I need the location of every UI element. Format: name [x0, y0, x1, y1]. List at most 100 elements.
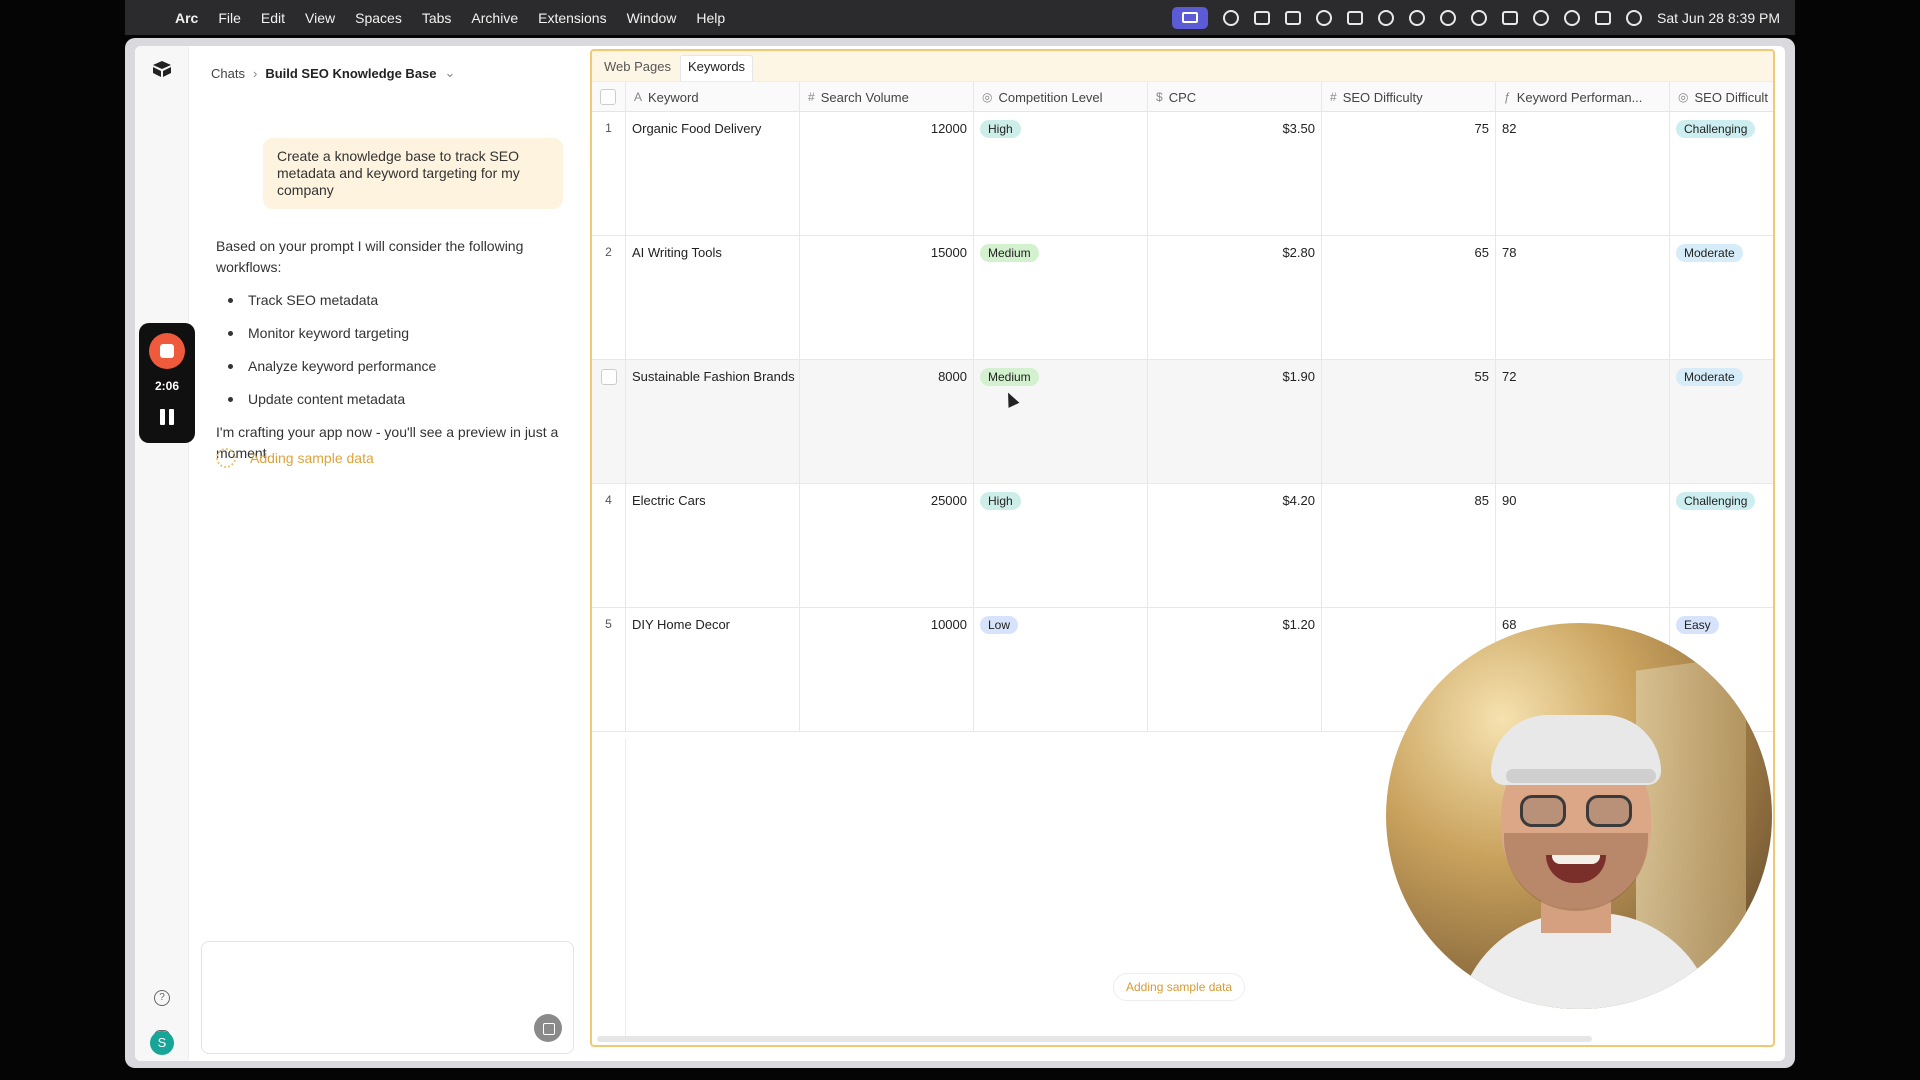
breadcrumb-root[interactable]: Chats [211, 66, 245, 81]
chat-bubble-icon[interactable] [1378, 9, 1395, 26]
column-header-seo-difficulty-level[interactable]: ◎ SEO Difficult [1670, 82, 1773, 112]
window-tray-icon[interactable] [1285, 10, 1302, 25]
cell-value: 72 [1502, 369, 1517, 384]
stop-recording-button[interactable] [149, 333, 185, 369]
cell-volume[interactable]: 10000 [800, 608, 974, 731]
menu-help[interactable]: Help [696, 10, 725, 26]
row-index-cell[interactable]: 5 [592, 608, 626, 731]
app-logo-icon[interactable] [151, 60, 173, 78]
cell-volume[interactable]: 15000 [800, 236, 974, 359]
moon-icon[interactable] [1440, 9, 1457, 26]
cell-cpc[interactable]: $1.20 [1148, 608, 1322, 731]
horizontal-scrollbar[interactable] [597, 1036, 1592, 1042]
wifi-icon[interactable] [1533, 9, 1550, 26]
user-avatar[interactable]: S [150, 1031, 174, 1055]
menu-edit[interactable]: Edit [261, 10, 285, 26]
difficulty-level-badge: Moderate [1676, 368, 1743, 386]
column-header-keyword[interactable]: A Keyword [626, 82, 800, 112]
menu-archive[interactable]: Archive [471, 10, 518, 26]
cell-value: 85 [1474, 493, 1489, 508]
row-index-cell[interactable]: 1 [592, 112, 626, 235]
cell-performance[interactable]: 78 [1496, 236, 1670, 359]
cell-volume[interactable]: 25000 [800, 484, 974, 607]
cell-competition[interactable]: High [974, 112, 1148, 235]
cell-difficulty-level[interactable]: Moderate [1670, 360, 1773, 483]
play-icon[interactable] [1471, 9, 1488, 26]
control-center-icon[interactable] [1595, 10, 1612, 25]
breadcrumb-current[interactable]: Build SEO Knowledge Base [265, 66, 436, 81]
app-tray-icon[interactable] [1254, 10, 1271, 25]
cell-difficulty[interactable]: 85 [1322, 484, 1496, 607]
cell-cpc[interactable]: $3.50 [1148, 112, 1322, 235]
cell-difficulty-level[interactable]: Challenging [1670, 484, 1773, 607]
cell-cpc[interactable]: $4.20 [1148, 484, 1322, 607]
column-header-label: Keyword [648, 89, 699, 105]
siri-icon[interactable] [1626, 9, 1643, 26]
row-index-cell[interactable] [592, 360, 626, 483]
table-row[interactable]: 1 Organic Food Delivery 12000 High $3.50 75 82… [592, 112, 1773, 236]
cell-cpc[interactable]: $2.80 [1148, 236, 1322, 359]
message-composer[interactable] [201, 941, 574, 1054]
cell-difficulty-level[interactable]: Moderate [1670, 236, 1773, 359]
cell-value: 10000 [930, 617, 967, 632]
menu-app-name[interactable]: Arc [175, 10, 198, 26]
difficulty-level-badge: Moderate [1676, 244, 1743, 262]
table-row[interactable]: 4 Electric Cars 25000 High $4.20 85 90 Challeng… [592, 484, 1773, 608]
battery-icon[interactable] [1502, 10, 1519, 25]
menu-file[interactable]: File [218, 10, 241, 26]
menu-spaces[interactable]: Spaces [355, 10, 402, 26]
column-header-label: SEO Difficult [1694, 89, 1768, 105]
table-row[interactable]: 2 AI Writing Tools 15000 Medium $2.80 65 78 Mod… [592, 236, 1773, 360]
cell-keyword[interactable]: AI Writing Tools [626, 236, 800, 359]
menu-bar: Arc File Edit View Spaces Tabs Archive Extensi… [125, 0, 1795, 35]
cell-competition[interactable]: Medium [974, 360, 1148, 483]
menu-clock[interactable]: Sat Jun 28 8:39 PM [1657, 10, 1780, 26]
cell-competition[interactable]: Medium [974, 236, 1148, 359]
menu-view[interactable]: View [305, 10, 335, 26]
cell-difficulty[interactable]: 75 [1322, 112, 1496, 235]
cell-keyword[interactable]: DIY Home Decor [626, 608, 800, 731]
screen-record-icon[interactable] [1172, 6, 1209, 29]
circle-icon[interactable] [1409, 9, 1426, 26]
table-row[interactable]: Sustainable Fashion Brands 8000 Medium $1.9… [592, 360, 1773, 484]
menu-window[interactable]: Window [627, 10, 677, 26]
cell-keyword[interactable]: Sustainable Fashion Brands [626, 360, 800, 483]
cell-keyword[interactable]: Electric Cars [626, 484, 800, 607]
cell-performance[interactable]: 82 [1496, 112, 1670, 235]
cell-value: $1.20 [1282, 617, 1315, 632]
brightness-icon[interactable] [1223, 9, 1240, 26]
menu-tabs[interactable]: Tabs [422, 10, 452, 26]
column-header-keyword-performance[interactable]: ƒ Keyword Performan... [1496, 82, 1670, 112]
column-header-cpc[interactable]: $ CPC [1148, 82, 1322, 112]
cell-volume[interactable]: 8000 [800, 360, 974, 483]
row-index-cell[interactable]: 2 [592, 236, 626, 359]
left-rail: ? S [135, 46, 189, 1061]
cell-keyword[interactable]: Organic Food Delivery [626, 112, 800, 235]
menu-extensions[interactable]: Extensions [538, 10, 606, 26]
tab-keywords[interactable]: Keywords [679, 55, 754, 81]
password-icon[interactable] [1316, 9, 1333, 26]
search-icon[interactable] [1564, 9, 1581, 26]
cell-cpc[interactable]: $1.90 [1148, 360, 1322, 483]
calendar-icon[interactable] [1347, 10, 1364, 25]
cell-performance[interactable]: 72 [1496, 360, 1670, 483]
help-icon[interactable]: ? [154, 990, 170, 1006]
cell-difficulty[interactable]: 65 [1322, 236, 1496, 359]
cell-difficulty[interactable]: 55 [1322, 360, 1496, 483]
stop-generation-button[interactable] [534, 1014, 562, 1042]
tab-web-pages[interactable]: Web Pages [597, 55, 678, 81]
column-header-search-volume[interactable]: # Search Volume [800, 82, 974, 112]
cell-competition[interactable]: High [974, 484, 1148, 607]
cell-competition[interactable]: Low [974, 608, 1148, 731]
cell-difficulty-level[interactable]: Challenging [1670, 112, 1773, 235]
chevron-down-icon[interactable]: ⌄ [445, 65, 456, 81]
row-index-cell[interactable]: 4 [592, 484, 626, 607]
column-header-seo-difficulty[interactable]: # SEO Difficulty [1322, 82, 1496, 112]
pause-icon[interactable] [160, 409, 174, 425]
cell-performance[interactable]: 90 [1496, 484, 1670, 607]
select-all-checkbox[interactable] [600, 89, 616, 105]
build-status: Adding sample data [216, 448, 374, 468]
column-header-competition-level[interactable]: ◎ Competition Level [974, 82, 1148, 112]
cell-volume[interactable]: 12000 [800, 112, 974, 235]
row-checkbox[interactable] [600, 369, 617, 385]
